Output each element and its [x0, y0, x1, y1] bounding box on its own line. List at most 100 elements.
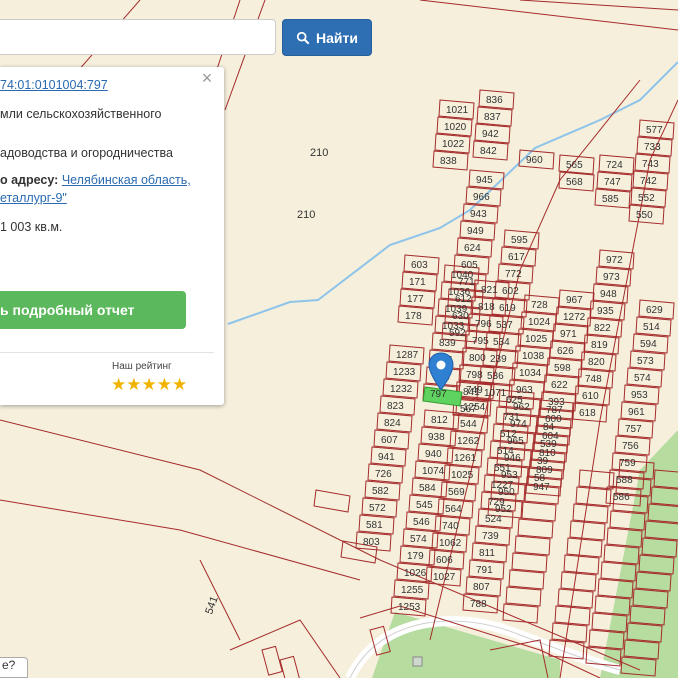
parcel-number: 971 — [560, 329, 577, 340]
parcel-number: 748 — [585, 374, 602, 385]
parcel-number: 536 — [487, 371, 504, 382]
parcel-number: 940 — [425, 449, 442, 460]
parcel-number: 585 — [602, 194, 619, 205]
parcel-number: 84 — [543, 422, 555, 433]
parcel-number: 818 — [478, 302, 495, 313]
parcel-number: 602 — [502, 286, 519, 297]
search-icon — [296, 31, 310, 44]
divider — [0, 352, 214, 353]
close-icon[interactable]: × — [199, 69, 215, 87]
search-button[interactable]: Найти — [282, 19, 372, 56]
parcel-number: 598 — [554, 363, 571, 374]
parcel-number: 726 — [375, 469, 392, 480]
parcel-number: 739 — [482, 531, 499, 542]
parcel-number: 756 — [622, 441, 639, 452]
parcel-number: 1040 — [451, 270, 474, 281]
parcel-number: 728 — [531, 300, 548, 311]
parcel-number: 569 — [448, 487, 465, 498]
parcel-number: 586 — [613, 492, 630, 503]
parcel-number: 603 — [411, 260, 428, 271]
parcel-number: 838 — [440, 156, 457, 167]
parcel-number: 1039 — [445, 304, 468, 315]
parcel-number: 836 — [486, 95, 503, 106]
parcel-number: 1062 — [439, 538, 462, 549]
parcel-area: 1 003 кв.м. — [0, 220, 63, 234]
parcel-number: 791 — [476, 565, 493, 576]
help-button[interactable]: е? — [0, 657, 28, 678]
parcel-number: 1020 — [444, 122, 467, 133]
parcel-number: 534 — [493, 337, 510, 348]
parcel-number: 574 — [410, 534, 427, 545]
rating-stars: ★★★★★ — [111, 375, 188, 394]
parcel-number: 821 — [481, 285, 498, 296]
parcel-number: 1233 — [393, 367, 416, 378]
parcel-number: 742 — [640, 176, 657, 187]
search-button-label: Найти — [316, 29, 358, 46]
parcel-number: 731 — [503, 412, 520, 423]
parcel-number: 545 — [416, 500, 433, 511]
parcel-number: 822 — [594, 323, 611, 334]
parcel-number: 823 — [387, 401, 404, 412]
parcel-number: 839 — [439, 338, 456, 349]
parcel-number: 938 — [428, 432, 445, 443]
parcel-number: 39 — [537, 456, 549, 467]
parcel-number: 514 — [643, 322, 660, 333]
parcel-number: 772 — [505, 269, 522, 280]
parcel-number: 552 — [638, 193, 655, 204]
parcel-number: 842 — [480, 146, 497, 157]
parcel-number: 942 — [482, 129, 499, 140]
parcel-number: 1024 — [528, 317, 551, 328]
parcel-number: 537 — [496, 320, 513, 331]
parcel-number: 757 — [625, 424, 642, 435]
parcel-number: 544 — [460, 419, 477, 430]
parcel-number: 973 — [603, 272, 620, 283]
parcel-number: 617 — [508, 252, 525, 263]
parcel-number: 1253 — [398, 602, 421, 613]
parcel-number: 1026 — [404, 568, 427, 579]
building — [412, 656, 423, 667]
parcel-number: 788 — [470, 599, 487, 610]
parcel-number: 733 — [644, 142, 661, 153]
parcel-number: 568 — [566, 177, 583, 188]
parcel-number: 607 — [381, 435, 398, 446]
parcel-number: 729 — [488, 497, 505, 508]
parcel-number: 1036 — [448, 287, 471, 298]
parcel-number: 572 — [369, 503, 386, 514]
parcel-number: 819 — [591, 340, 608, 351]
parcel-number: 1033 — [442, 321, 465, 332]
parcel-number: 945 — [476, 175, 493, 186]
land-usage: адоводства и огородничества — [0, 146, 173, 160]
parcel-number: 625 — [506, 395, 523, 406]
parcel-number: 524 — [485, 514, 502, 525]
land-category: мли сельскохозяйственного — [0, 107, 162, 121]
parcel-number: 581 — [366, 520, 383, 531]
parcel-number: 724 — [606, 160, 623, 171]
parcel-number: 595 — [511, 235, 528, 246]
parcel-number: 1262 — [457, 436, 480, 447]
parcel-number: 961 — [628, 407, 645, 418]
parcel-number: 820 — [588, 357, 605, 368]
parcel-number: 573 — [637, 356, 654, 367]
parcel-number: 618 — [579, 408, 596, 419]
parcel-number: 1025 — [525, 334, 548, 345]
address-link[interactable]: Челябинская область, — [62, 173, 191, 187]
parcel-number: 512 — [500, 429, 517, 440]
address-link-2[interactable]: еталлург-9" — [0, 191, 67, 205]
parcel-number: 514 — [497, 446, 514, 457]
parcel-number: 740 — [442, 521, 459, 532]
parcel-number: 966 — [473, 192, 490, 203]
parcel-number: 1022 — [442, 139, 465, 150]
parcel-number: 811 — [479, 548, 495, 559]
parcel-number: 179 — [407, 551, 424, 562]
detailed-report-button[interactable]: ь подробный отчет — [0, 291, 186, 329]
parcel-number: 574 — [634, 373, 651, 384]
address-line-2: еталлург-9" — [0, 191, 67, 205]
cadastral-number-link[interactable]: 74:01:0101004:797 — [0, 78, 108, 92]
location-marker-icon[interactable] — [428, 352, 454, 397]
search-input[interactable] — [0, 19, 276, 55]
parcel-number: 565 — [566, 160, 583, 171]
parcel-number: 759 — [619, 458, 636, 469]
parcel-number: 1025 — [451, 470, 474, 481]
parcel-number: 935 — [597, 306, 614, 317]
parcel-number: 972 — [606, 255, 623, 266]
